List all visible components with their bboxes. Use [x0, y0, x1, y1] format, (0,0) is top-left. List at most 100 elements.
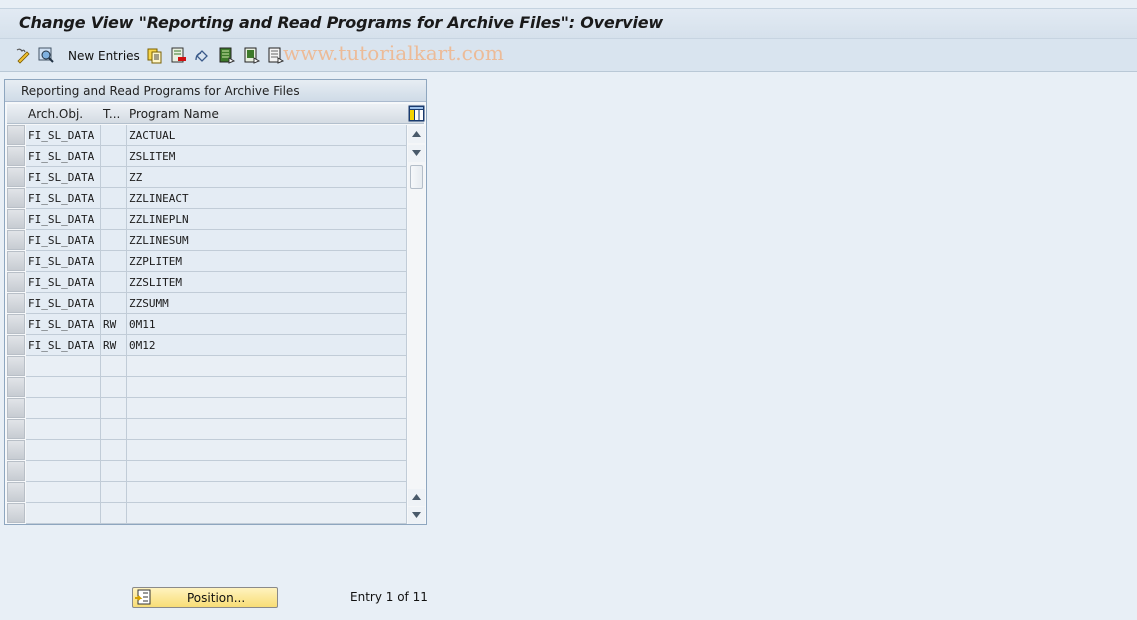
cell-program-name[interactable]: 0M12	[127, 335, 407, 356]
cell-type[interactable]	[101, 461, 127, 482]
cell-type[interactable]	[101, 146, 127, 167]
deselect-all-icon[interactable]	[267, 47, 285, 64]
row-selector[interactable]	[7, 146, 25, 166]
row-selector[interactable]	[7, 314, 25, 334]
vertical-scrollbar[interactable]	[408, 125, 425, 524]
table-row: FI_SL_DATA ZZSLITEM	[7, 272, 407, 293]
display-change-icon[interactable]	[15, 47, 32, 64]
row-selector[interactable]	[7, 230, 25, 250]
scroll-down-button[interactable]	[408, 145, 425, 162]
cell-type[interactable]	[101, 419, 127, 440]
cell-type[interactable]	[101, 293, 127, 314]
cell-type[interactable]	[101, 188, 127, 209]
cell-arch-obj[interactable]	[26, 503, 101, 524]
cell-arch-obj[interactable]: FI_SL_DATA	[26, 188, 101, 209]
cell-type[interactable]	[101, 503, 127, 524]
cell-program-name[interactable]: ZZLINESUM	[127, 230, 407, 251]
column-header-arch-obj[interactable]: Arch.Obj.	[28, 107, 83, 121]
cell-arch-obj[interactable]	[26, 482, 101, 503]
cell-arch-obj[interactable]: FI_SL_DATA	[26, 335, 101, 356]
row-selector[interactable]	[7, 251, 25, 271]
cell-arch-obj[interactable]	[26, 440, 101, 461]
row-selector[interactable]	[7, 356, 25, 376]
table-body: FI_SL_DATA ZACTUAL FI_SL_DATA ZSLITEM FI_SL_…	[7, 125, 407, 524]
cell-arch-obj[interactable]: FI_SL_DATA	[26, 272, 101, 293]
column-header-program-name[interactable]: Program Name	[129, 107, 219, 121]
cell-type[interactable]	[101, 440, 127, 461]
row-selector[interactable]	[7, 293, 25, 313]
cell-program-name[interactable]	[127, 419, 407, 440]
cell-program-name[interactable]: ZZSLITEM	[127, 272, 407, 293]
cell-arch-obj[interactable]: FI_SL_DATA	[26, 125, 101, 146]
cell-program-name[interactable]: ZACTUAL	[127, 125, 407, 146]
cell-program-name[interactable]: ZZLINEPLN	[127, 209, 407, 230]
page-up-button[interactable]	[408, 489, 425, 506]
copy-as-icon[interactable]	[146, 47, 163, 64]
cell-arch-obj[interactable]	[26, 398, 101, 419]
cell-program-name[interactable]	[127, 398, 407, 419]
row-selector[interactable]	[7, 272, 25, 292]
cell-program-name[interactable]	[127, 482, 407, 503]
cell-arch-obj[interactable]: FI_SL_DATA	[26, 209, 101, 230]
cell-type[interactable]	[101, 377, 127, 398]
row-selector[interactable]	[7, 398, 25, 418]
cell-arch-obj[interactable]: FI_SL_DATA	[26, 167, 101, 188]
cell-program-name[interactable]: 0M11	[127, 314, 407, 335]
cell-type[interactable]	[101, 356, 127, 377]
undo-change-icon[interactable]	[194, 47, 211, 64]
cell-type[interactable]: RW	[101, 335, 127, 356]
row-selector[interactable]	[7, 482, 25, 502]
cell-type[interactable]	[101, 482, 127, 503]
cell-type[interactable]	[101, 251, 127, 272]
row-selector[interactable]	[7, 188, 25, 208]
cell-program-name[interactable]: ZZPLITEM	[127, 251, 407, 272]
page-down-button[interactable]	[408, 507, 425, 524]
cell-program-name[interactable]	[127, 377, 407, 398]
cell-program-name[interactable]	[127, 503, 407, 524]
empty-table-row	[7, 482, 407, 503]
cell-type[interactable]: RW	[101, 314, 127, 335]
new-entries-button[interactable]: New Entries	[68, 49, 140, 63]
cell-arch-obj[interactable]: FI_SL_DATA	[26, 251, 101, 272]
scroll-up-button[interactable]	[408, 126, 425, 143]
column-header-type[interactable]: T...	[103, 107, 120, 121]
cell-arch-obj[interactable]	[26, 419, 101, 440]
delete-icon[interactable]	[170, 47, 187, 64]
cell-type[interactable]	[101, 125, 127, 146]
cell-program-name[interactable]: ZSLITEM	[127, 146, 407, 167]
select-block-icon[interactable]	[243, 47, 261, 64]
cell-type[interactable]	[101, 272, 127, 293]
scroll-thumb[interactable]	[410, 165, 423, 189]
cell-program-name[interactable]: ZZ	[127, 167, 407, 188]
row-selector[interactable]	[7, 335, 25, 355]
cell-arch-obj[interactable]	[26, 461, 101, 482]
row-selector[interactable]	[7, 419, 25, 439]
cell-arch-obj[interactable]: FI_SL_DATA	[26, 314, 101, 335]
cell-arch-obj[interactable]	[26, 377, 101, 398]
cell-arch-obj[interactable]: FI_SL_DATA	[26, 293, 101, 314]
row-selector[interactable]	[7, 503, 25, 523]
row-selector[interactable]	[7, 461, 25, 481]
cell-type[interactable]	[101, 209, 127, 230]
select-all-icon[interactable]	[218, 47, 236, 64]
cell-program-name[interactable]	[127, 440, 407, 461]
row-selector[interactable]	[7, 440, 25, 460]
cell-arch-obj[interactable]	[26, 356, 101, 377]
cell-type[interactable]	[101, 398, 127, 419]
cell-type[interactable]	[101, 230, 127, 251]
cell-program-name[interactable]	[127, 461, 407, 482]
cell-arch-obj[interactable]: FI_SL_DATA	[26, 146, 101, 167]
cell-program-name[interactable]: ZZLINEACT	[127, 188, 407, 209]
row-selector[interactable]	[7, 167, 25, 187]
arrow-up-icon	[412, 494, 421, 500]
column-settings-icon[interactable]	[408, 105, 425, 122]
select-detail-icon[interactable]	[38, 47, 55, 64]
row-selector[interactable]	[7, 209, 25, 229]
row-selector[interactable]	[7, 125, 25, 145]
cell-program-name[interactable]: ZZSUMM	[127, 293, 407, 314]
cell-program-name[interactable]	[127, 356, 407, 377]
row-selector[interactable]	[7, 377, 25, 397]
position-button[interactable]: Position...	[132, 587, 278, 608]
cell-type[interactable]	[101, 167, 127, 188]
cell-arch-obj[interactable]: FI_SL_DATA	[26, 230, 101, 251]
